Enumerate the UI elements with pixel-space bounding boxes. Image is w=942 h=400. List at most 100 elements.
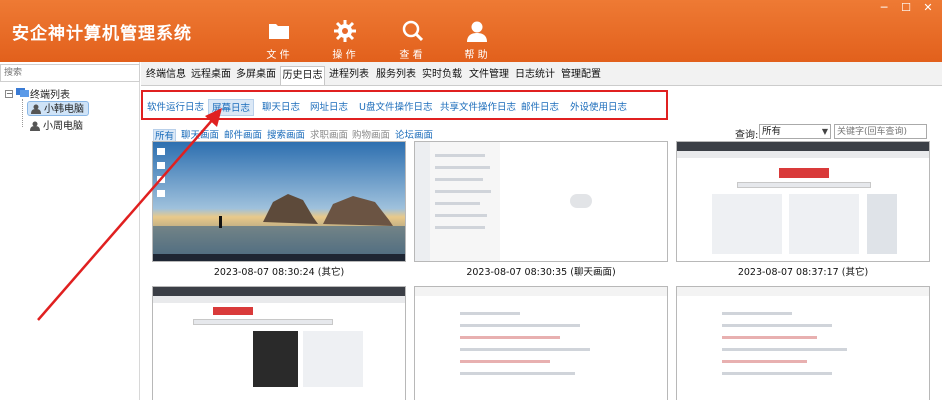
chat-list-line (435, 202, 480, 205)
user-icon (30, 121, 40, 131)
doc-line (722, 360, 807, 363)
subtab-share-log[interactable]: 共享文件操作日志 (440, 99, 516, 116)
query-type-value: 所有 (762, 126, 782, 137)
help-button[interactable]: 帮 助 (454, 20, 498, 61)
close-button[interactable]: ✕ (917, 0, 939, 16)
search-icon (402, 20, 423, 42)
tree-root-label[interactable]: 终端列表 (30, 86, 70, 101)
screenshot-caption-3: 2023-08-07 08:37:17 (其它) (737, 267, 869, 278)
subtab-url-log[interactable]: 网址日志 (310, 99, 348, 116)
maximize-button[interactable]: ☐ (895, 0, 917, 16)
tab-service-list[interactable]: 服务列表 (375, 66, 417, 85)
tree-node-label: 小韩电脑 (44, 104, 84, 115)
site-search-box (193, 319, 333, 325)
view-button[interactable]: 查 看 (389, 20, 433, 61)
operate-button-label: 操 作 (332, 50, 356, 61)
screenshot-thumb-4[interactable] (152, 286, 406, 400)
screenshot-caption-2: 2023-08-07 08:30:35 (聊天画面) (466, 267, 616, 278)
file-button-label: 文 件 (266, 50, 290, 61)
chat-list-line (435, 178, 483, 181)
chat-list-line (435, 226, 485, 229)
subtab-usb-log[interactable]: U盘文件操作日志 (359, 99, 432, 116)
doc-line (460, 312, 520, 315)
view-button-label: 查 看 (399, 50, 423, 61)
content-image (253, 331, 298, 387)
computer-group-icon (16, 88, 29, 97)
screenshot-thumb-1[interactable] (152, 141, 406, 262)
doc-line (722, 312, 792, 315)
doc-line (722, 348, 847, 351)
doc-line (460, 360, 550, 363)
screenshot-thumb-6[interactable] (676, 286, 930, 400)
tab-terminal-info[interactable]: 终端信息 (145, 66, 187, 85)
window-bar (415, 287, 667, 296)
site-logo (779, 168, 829, 178)
site-search-box (737, 182, 871, 188)
tab-history-log[interactable]: 历史日志 (280, 66, 325, 85)
doc-line (722, 372, 832, 375)
main-panel: 终端信息 远程桌面 多屏桌面 历史日志 进程列表 服务列表 实时负载 文件管理 … (141, 62, 942, 400)
tab-admin-config[interactable]: 管理配置 (560, 66, 602, 85)
tree-expander[interactable]: − (5, 90, 13, 98)
help-button-label: 帮 助 (464, 50, 488, 61)
doc-line (722, 336, 817, 339)
tree-node-label: 小周电脑 (43, 121, 83, 132)
browser-url-bar (153, 296, 405, 303)
tree-node-xiaozhou[interactable]: 小周电脑 (27, 119, 87, 134)
doc-line (722, 324, 832, 327)
content-block (789, 194, 859, 254)
main-tab-bar: 终端信息 远程桌面 多屏桌面 历史日志 进程列表 服务列表 实时负载 文件管理 … (141, 62, 942, 86)
query-type-select[interactable]: 所有 ▼ (759, 124, 831, 139)
keyword-input[interactable] (834, 124, 927, 139)
content-block (303, 331, 363, 387)
screenshot-thumb-2[interactable] (414, 141, 668, 262)
chat-list-line (435, 190, 491, 193)
subtab-screen-log[interactable]: 屏幕日志 (208, 99, 255, 116)
folder-icon (269, 24, 289, 39)
tab-process-list[interactable]: 进程列表 (328, 66, 370, 85)
tree-node-xiaohan[interactable]: 小韩电脑 (27, 101, 89, 116)
chat-sidebar (415, 142, 430, 261)
desktop-wallpaper-image (153, 142, 405, 261)
browser-url-bar (677, 151, 929, 158)
user-icon (31, 104, 41, 114)
screenshot-thumb-3[interactable] (676, 141, 930, 262)
terminal-search-input[interactable] (0, 64, 140, 82)
file-button[interactable]: 文 件 (256, 20, 300, 61)
log-type-highlight-box: 软件运行日志 屏幕日志 聊天日志 网址日志 U盘文件操作日志 共享文件操作日志 … (141, 90, 668, 120)
chat-list-line (435, 214, 487, 217)
site-logo (213, 307, 253, 315)
gear-icon (334, 20, 356, 42)
window-bar (677, 287, 929, 296)
chat-bubble-icon (570, 194, 592, 208)
tab-file-manager[interactable]: 文件管理 (468, 66, 510, 85)
subtab-mail-log[interactable]: 邮件日志 (521, 99, 559, 116)
title-bar: 安企神计算机管理系统 文 件 操 作 查 看 帮 助 ─ ☐ ✕ (0, 0, 942, 62)
tab-log-stats[interactable]: 日志统计 (514, 66, 556, 85)
content-block (867, 194, 897, 254)
subtab-chat-log[interactable]: 聊天日志 (262, 99, 300, 116)
tab-realtime-load[interactable]: 实时负载 (421, 66, 463, 85)
query-label: 查询: (735, 130, 759, 141)
subtab-software-log[interactable]: 软件运行日志 (147, 99, 204, 116)
doc-line (460, 336, 560, 339)
screenshot-thumb-5[interactable] (414, 286, 668, 400)
terminal-panel: − 终端列表 小韩电脑 小周电脑 (0, 62, 140, 400)
tab-multi-screen[interactable]: 多屏桌面 (235, 66, 277, 85)
minimize-button[interactable]: ─ (873, 0, 895, 16)
browser-bar (677, 142, 929, 151)
subtab-device-log[interactable]: 外设使用日志 (570, 99, 627, 116)
chevron-down-icon: ▼ (821, 127, 828, 136)
doc-line (460, 372, 575, 375)
app-title: 安企神计算机管理系统 (12, 24, 192, 44)
chat-list-line (435, 166, 490, 169)
user-help-icon (467, 21, 487, 42)
tab-remote-desktop[interactable]: 远程桌面 (190, 66, 232, 85)
browser-bar (153, 287, 405, 296)
doc-line (460, 348, 590, 351)
chat-list-line (435, 154, 485, 157)
tree-connector (22, 99, 23, 127)
operate-button[interactable]: 操 作 (322, 20, 366, 61)
content-block (712, 194, 782, 254)
screenshot-caption-1: 2023-08-07 08:30:24 (其它) (213, 267, 345, 278)
